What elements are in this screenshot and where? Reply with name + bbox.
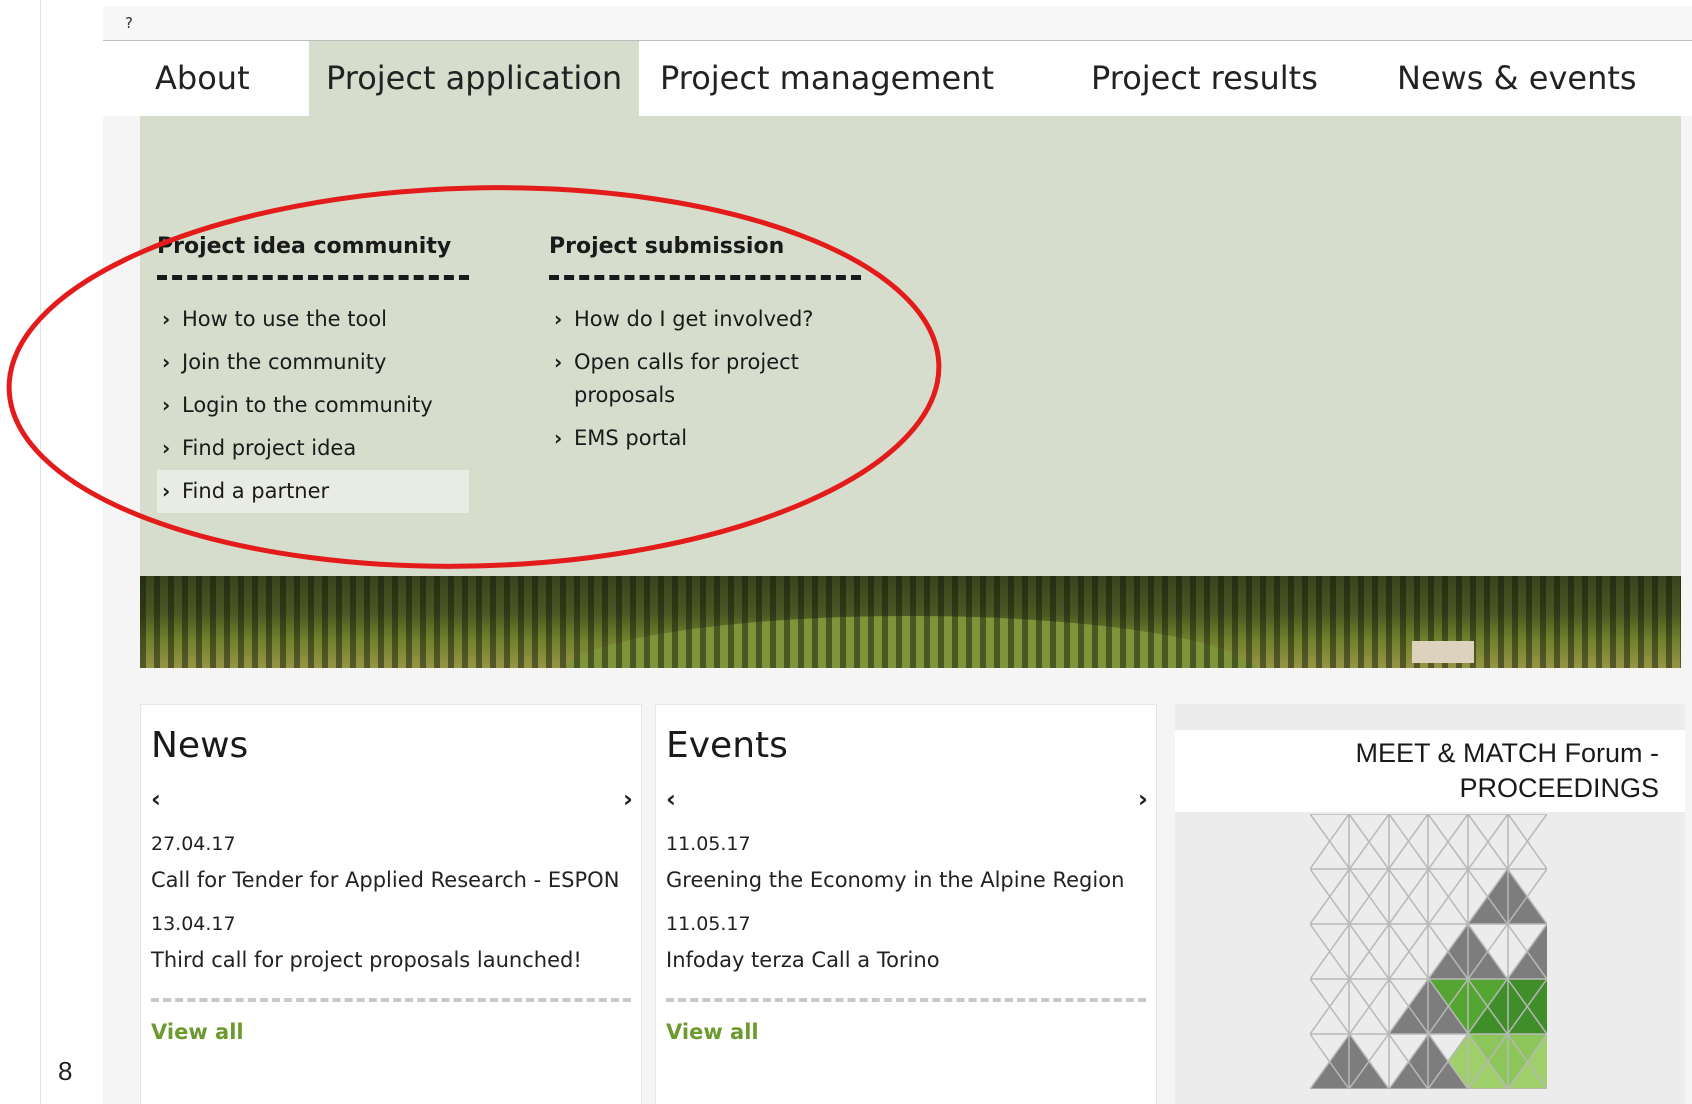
annotation-overlay bbox=[6, 185, 942, 569]
annotation-ellipse bbox=[6, 185, 942, 569]
